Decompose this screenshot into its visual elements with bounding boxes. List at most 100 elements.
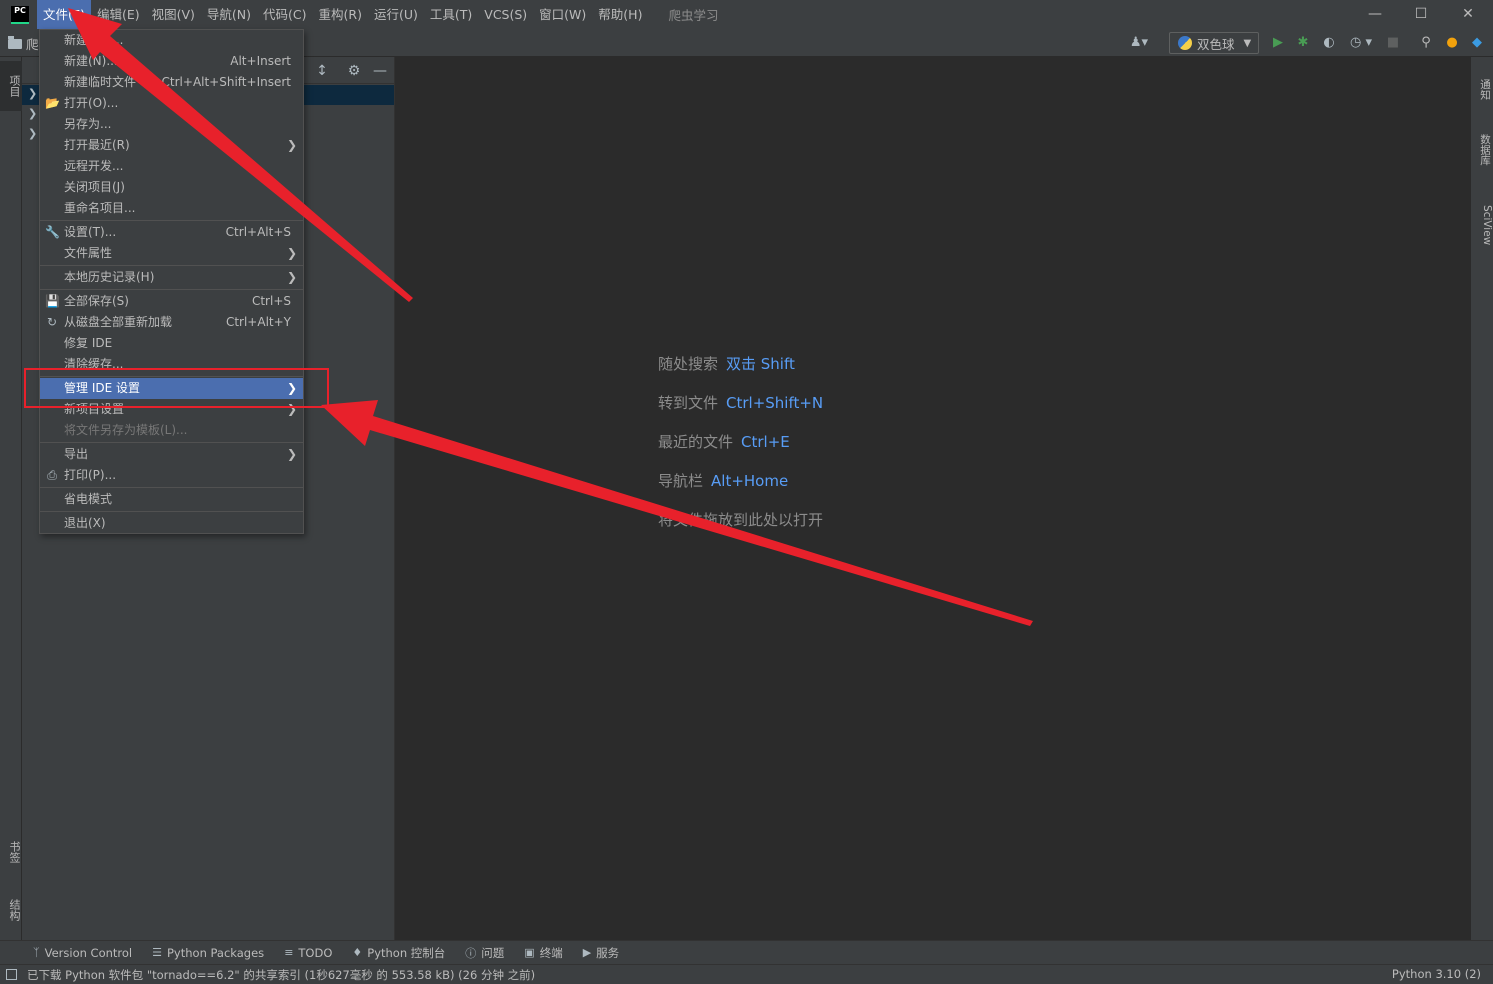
hint-label: 最近的文件 [658, 433, 734, 451]
chevron-right-icon: ❯ [286, 138, 297, 152]
menu-help[interactable]: 帮助(H) [592, 0, 648, 29]
tab-services[interactable]: ▶ 服务 [583, 945, 619, 961]
breadcrumb[interactable]: 爬 [8, 34, 39, 53]
bottom-tool-tabs: ᛉ Version Control ☰ Python Packages ≡ TODO … [0, 940, 1493, 964]
update-icon[interactable]: ● [1443, 34, 1461, 52]
tab-project[interactable]: 项目 [0, 61, 22, 111]
tab-python-packages[interactable]: ☰ Python Packages [152, 946, 264, 960]
menu-item-settings[interactable]: 🔧 设置(T)... Ctrl+Alt+S [40, 222, 303, 243]
menu-item-remote-dev[interactable]: 远程开发... [40, 156, 303, 177]
hint-label: 转到文件 [658, 394, 719, 412]
tree-expand-icon[interactable]: ❯ [28, 107, 37, 120]
menu-item-file-properties[interactable]: 文件属性 ❯ [40, 243, 303, 264]
menu-item-open-recent[interactable]: 打开最近(R) ❯ [40, 135, 303, 156]
menu-run[interactable]: 运行(U) [368, 0, 424, 29]
menu-edit[interactable]: 编辑(E) [91, 0, 146, 29]
tree-expand-icon[interactable]: ❯ [28, 87, 37, 100]
menu-item-exit[interactable]: 退出(X) [40, 513, 303, 534]
stop-icon[interactable]: ■ [1384, 34, 1402, 52]
database-tab-label: 数据库 [1479, 134, 1491, 166]
menu-item-new-project[interactable]: 新建项目... [40, 30, 303, 51]
tab-structure[interactable]: 结构 [0, 885, 22, 935]
file-menu-dropdown: 新建项目... 新建(N)... Alt+Insert 新建临时文件 Ctrl+Al… [39, 29, 304, 534]
tab-bookmarks[interactable]: 书签 [0, 827, 22, 877]
menu-bar: PC 文件(F) 编辑(E) 视图(V) 导航(N) 代码(C) 重构(R) 运… [0, 0, 1493, 29]
menu-separator [40, 220, 303, 221]
menu-item-new[interactable]: 新建(N)... Alt+Insert [40, 51, 303, 72]
user-icon[interactable]: ♟▾ [1126, 34, 1152, 52]
project-tab-label: 项目 [8, 75, 21, 97]
menu-item-print[interactable]: ⎙ 打印(P)... [40, 465, 303, 486]
debug-icon[interactable]: ✱ [1294, 34, 1312, 52]
breadcrumb-project[interactable]: 爬 [26, 34, 39, 53]
menu-item-reload-all[interactable]: ↻ 从磁盘全部重新加载 Ctrl+Alt+Y [40, 312, 303, 333]
menu-item-label: 全部保存(S) [64, 294, 129, 308]
pycharm-logo-icon: PC [11, 5, 29, 24]
menu-item-repair-ide[interactable]: 修复 IDE [40, 333, 303, 354]
maximize-icon[interactable]: ☐ [1398, 0, 1444, 29]
menu-item-save-all[interactable]: 💾 全部保存(S) Ctrl+S [40, 291, 303, 312]
menu-window[interactable]: 窗口(W) [533, 0, 592, 29]
tree-expand-icon[interactable]: ❯ [28, 127, 37, 140]
close-icon[interactable]: ✕ [1445, 0, 1491, 29]
info-icon: ⓘ [465, 946, 477, 960]
bookmarks-tab-label: 书签 [8, 841, 21, 863]
tab-problems[interactable]: ⓘ 问题 [465, 945, 504, 961]
shortcut: Ctrl+Alt+Shift+Insert [161, 75, 291, 89]
menu-separator [40, 511, 303, 512]
menu-separator [40, 289, 303, 290]
editor-area[interactable]: 随处搜索 双击 Shift 转到文件 Ctrl+Shift+N 最近的文件 Ctrl+… [395, 57, 1470, 940]
run-configuration-select[interactable]: 双色球 ▼ [1169, 32, 1259, 54]
run-icon[interactable]: ▶ [1269, 34, 1287, 52]
right-tool-strip: 通知 数据库 SciView [1470, 57, 1493, 940]
interpreter-selector[interactable]: Python 3.10 (2) [1392, 967, 1481, 981]
search-icon[interactable]: ⚲ [1417, 34, 1435, 52]
hide-icon[interactable]: — [371, 62, 389, 80]
python-console-icon: ♦ [352, 946, 363, 959]
menu-item-label: 省电模式 [64, 492, 113, 506]
run-config-label: 双色球 [1197, 36, 1235, 52]
minimize-icon[interactable]: — [1352, 0, 1398, 29]
tab-label: Python Packages [167, 945, 265, 960]
menu-item-new-scratch[interactable]: 新建临时文件 Ctrl+Alt+Shift+Insert [40, 72, 303, 93]
chevron-right-icon: ❯ [286, 270, 297, 284]
menu-item-power-save[interactable]: 省电模式 [40, 489, 303, 510]
collapse-all-icon[interactable]: ↕ [313, 62, 331, 80]
menu-item-close-project[interactable]: 关闭项目(J) [40, 177, 303, 198]
menu-item-open[interactable]: 📂 打开(O)... [40, 93, 303, 114]
tab-version-control[interactable]: ᛉ Version Control [33, 946, 132, 960]
menu-navigate[interactable]: 导航(N) [201, 0, 257, 29]
menu-item-rename-project[interactable]: 重命名项目... [40, 198, 303, 219]
menu-item-export[interactable]: 导出 ❯ [40, 444, 303, 465]
menu-file[interactable]: 文件(F) [37, 0, 91, 29]
tab-database[interactable]: 数据库 [1472, 123, 1493, 177]
tab-todo[interactable]: ≡ TODO [284, 946, 332, 960]
gear-icon[interactable]: ⚙ [345, 62, 363, 80]
tab-label: Python 控制台 [367, 945, 446, 960]
menu-item-local-history[interactable]: 本地历史记录(H) ❯ [40, 267, 303, 288]
menu-refactor[interactable]: 重构(R) [313, 0, 368, 29]
menu-item-save-as[interactable]: 另存为... [40, 114, 303, 135]
toggle-tool-windows-icon[interactable] [6, 969, 17, 980]
hint-shortcut: Ctrl+Shift+N [726, 394, 824, 412]
hint-label: 随处搜索 [658, 355, 719, 373]
profile-icon[interactable]: ◷ ▾ [1344, 34, 1378, 52]
tab-terminal[interactable]: ▣ 终端 [524, 945, 562, 961]
tab-notifications[interactable]: 通知 [1472, 67, 1493, 111]
hint-navigation-bar: 导航栏 Alt+Home [658, 470, 788, 491]
menu-item-label: 重命名项目... [64, 201, 136, 215]
tab-sciview[interactable]: SciView [1472, 195, 1493, 255]
menu-tools[interactable]: 工具(T) [424, 0, 478, 29]
jetbrains-toolbox-icon[interactable]: ◆ [1468, 34, 1486, 52]
coverage-icon[interactable]: ◐ [1320, 34, 1338, 52]
tab-label: TODO [298, 945, 333, 960]
menu-code[interactable]: 代码(C) [257, 0, 312, 29]
status-message[interactable]: 已下载 Python 软件包 "tornado==6.2" 的共享索引 (1秒6… [27, 967, 535, 983]
menu-vcs[interactable]: VCS(S) [478, 0, 533, 29]
tab-python-console[interactable]: ♦ Python 控制台 [352, 945, 445, 961]
menu-item-label: 新建(N)... [64, 54, 118, 68]
structure-tab-label: 结构 [8, 899, 21, 921]
chevron-right-icon: ❯ [286, 447, 297, 461]
shortcut: Ctrl+Alt+S [225, 225, 291, 239]
menu-view[interactable]: 视图(V) [146, 0, 201, 29]
